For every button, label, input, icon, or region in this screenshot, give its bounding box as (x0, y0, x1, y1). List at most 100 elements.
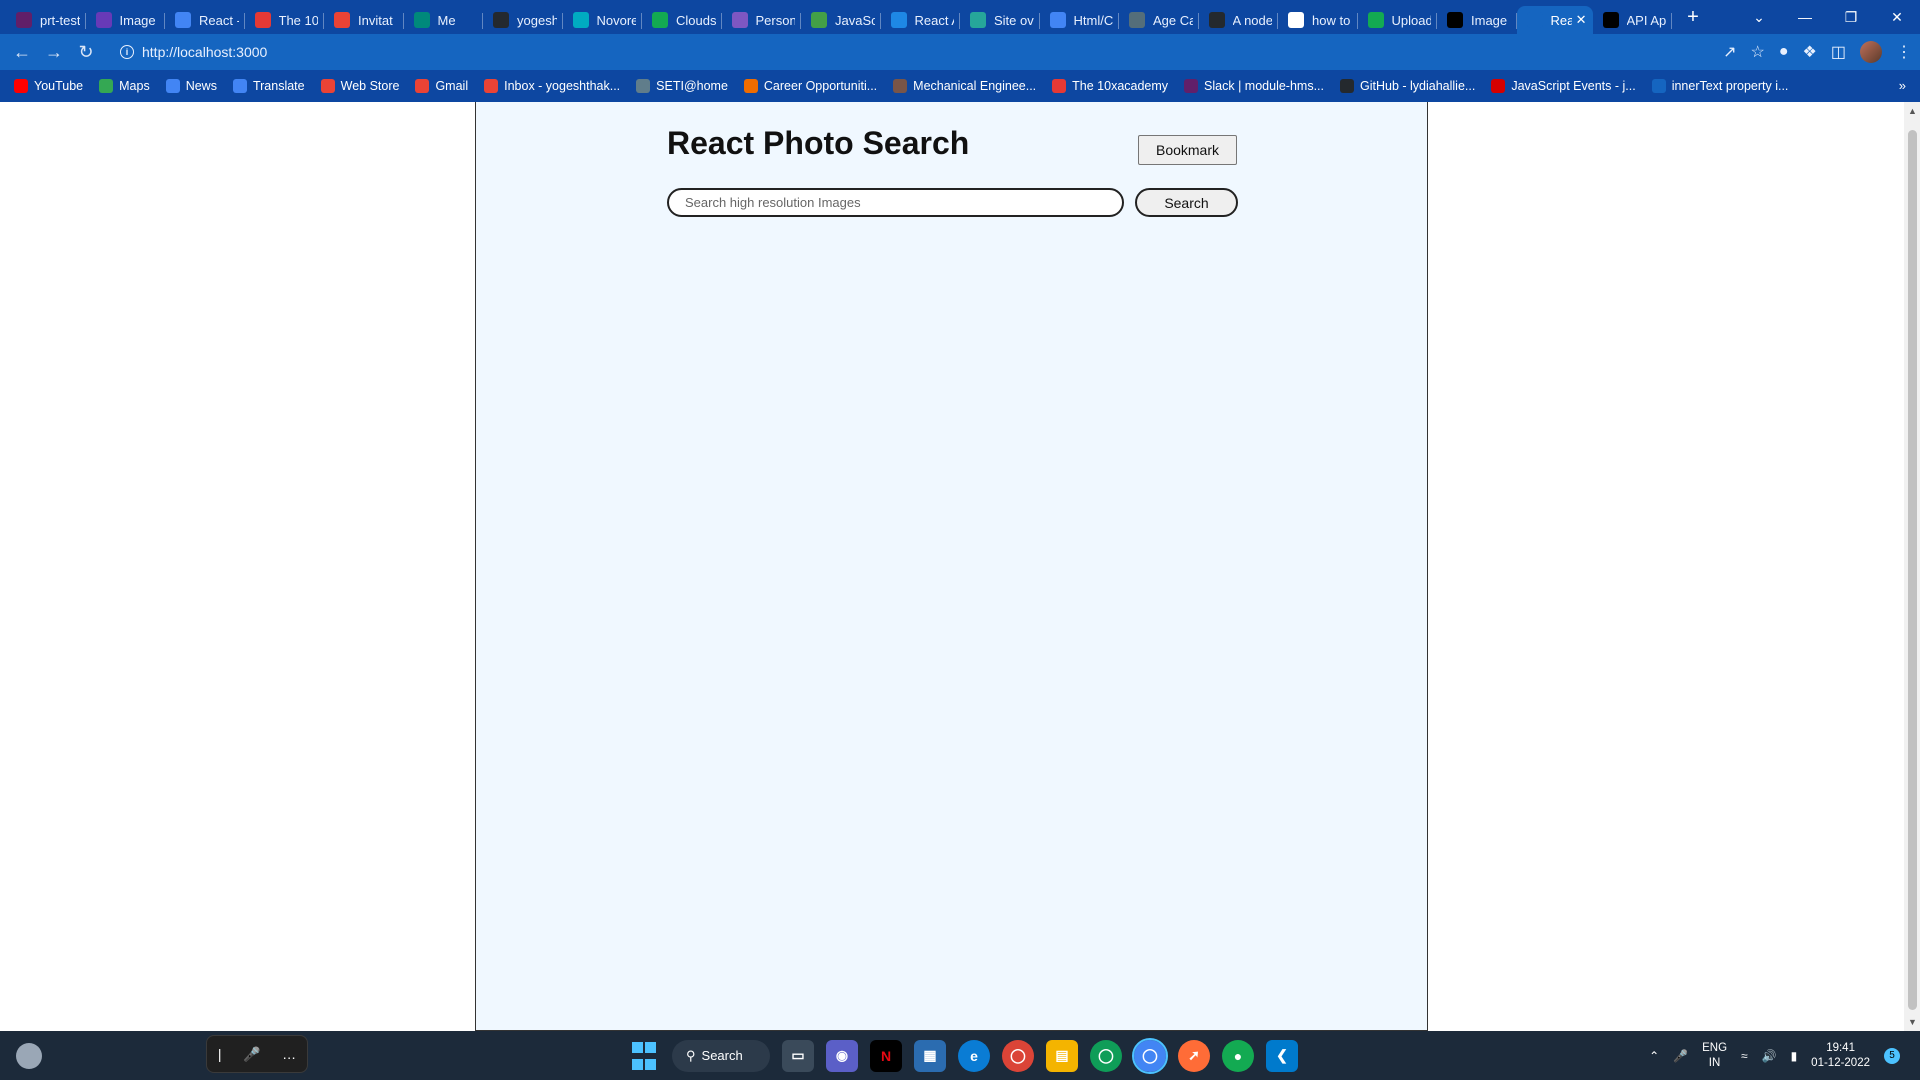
bookmark-item[interactable]: YouTube (14, 79, 83, 93)
tab[interactable]: Me (404, 6, 484, 34)
tab[interactable]: A node (1199, 6, 1279, 34)
tab[interactable]: Html/C (1040, 6, 1120, 34)
postman-icon[interactable]: ➚ (1178, 1039, 1210, 1072)
tab[interactable]: API Ap (1593, 6, 1673, 34)
teams-icon[interactable]: ◉ (826, 1039, 858, 1072)
tab[interactable]: Novore (563, 6, 643, 34)
menu-icon[interactable]: ⋮ (1896, 42, 1912, 62)
tab[interactable]: Image (1437, 6, 1517, 34)
file-explorer-icon[interactable]: ▤ (1046, 1039, 1078, 1072)
tab[interactable]: yogesh (483, 6, 563, 34)
h-icon (731, 12, 748, 28)
bookmark-item[interactable]: News (165, 79, 217, 93)
restore-button[interactable]: ❐ (1828, 9, 1874, 26)
bookmark-label: YouTube (34, 79, 84, 93)
tab[interactable]: Age Ca (1119, 6, 1199, 34)
bookmark-item[interactable]: The 10xacademy (1052, 79, 1168, 93)
page-scrollbar[interactable]: ▲ ▼ (1904, 102, 1920, 1031)
side-panel-icon[interactable]: ◫ (1831, 42, 1846, 62)
taskbar-search[interactable]: ⚲ Search (672, 1039, 770, 1072)
media-icon[interactable]: ● (1779, 43, 1789, 61)
cursor-icon: | (217, 1046, 222, 1062)
start-icon[interactable] (628, 1040, 660, 1072)
mongodb-compass-icon[interactable]: ● (1222, 1039, 1254, 1072)
microphone-tray-icon[interactable]: 🎤 (1673, 1049, 1688, 1063)
netflix-icon[interactable]: N (870, 1039, 902, 1072)
extensions-icon[interactable]: ❖ (1803, 42, 1817, 62)
bookmarks-overflow-icon[interactable]: » (1899, 78, 1906, 93)
chevron-up-icon[interactable]: ⌃ (1649, 1049, 1659, 1063)
bookmark-item[interactable]: JavaScript Events - j... (1491, 79, 1636, 93)
bookmark-item[interactable]: Inbox - yogeshthak... (484, 79, 620, 93)
tab[interactable]: The 10 (245, 6, 325, 34)
tab[interactable]: Clouds (642, 6, 722, 34)
docs-icon (175, 12, 191, 28)
tab-title: Html/C (1073, 12, 1114, 28)
chrome-icon[interactable]: ◯ (1002, 1039, 1034, 1072)
tab[interactable]: Site ov (960, 6, 1040, 34)
bookmark-item[interactable]: Career Opportuniti... (743, 79, 877, 93)
bookmark-item[interactable]: Gmail (415, 79, 468, 93)
tab-active[interactable]: Rea ✕ (1516, 6, 1593, 34)
address-bar[interactable]: i http://localhost:3000 (108, 38, 1688, 66)
tab-title: Site ov (994, 12, 1034, 28)
chrome-active-icon[interactable]: ◯ (1132, 1037, 1168, 1074)
tab-search-icon[interactable]: ⌄ (1736, 9, 1782, 26)
minimize-button[interactable]: — (1782, 9, 1828, 25)
clock[interactable]: 19:41 01-12-2022 (1811, 1041, 1870, 1071)
tab[interactable]: prt-test (6, 6, 86, 34)
bookmark-item[interactable]: Slack | module-hms... (1184, 79, 1324, 93)
bookmark-label: News (185, 79, 217, 93)
scroll-down-icon[interactable]: ▼ (1908, 1017, 1917, 1027)
store-icon[interactable]: ▦ (914, 1039, 946, 1072)
microphone-icon[interactable]: 🎤 (243, 1046, 260, 1063)
tab[interactable]: JavaSc (801, 6, 881, 34)
tab[interactable]: React A (881, 6, 961, 34)
search-button[interactable]: Search (1135, 188, 1238, 217)
bookmark-item[interactable]: Mechanical Enginee... (893, 79, 1036, 93)
bookmark-item[interactable]: Maps (99, 79, 150, 93)
edge-icon[interactable]: e (958, 1039, 990, 1072)
tab[interactable]: Upload (1358, 6, 1438, 34)
language-indicator[interactable]: ENG IN (1702, 1041, 1727, 1071)
search-input[interactable] (667, 188, 1124, 217)
tab[interactable]: React - (165, 6, 245, 34)
github-icon (493, 12, 509, 28)
bookmark-item[interactable]: innerText property i... (1651, 79, 1788, 93)
chrome-profile-icon[interactable]: ◯ (1090, 1039, 1122, 1072)
close-window-button[interactable]: ✕ (1874, 9, 1920, 26)
bookmark-button[interactable]: Bookmark (1138, 135, 1237, 165)
new-tab-button[interactable]: + (1676, 0, 1710, 34)
more-icon[interactable]: … (282, 1046, 296, 1062)
battery-icon[interactable]: ▮ (1791, 1049, 1798, 1063)
tab[interactable]: Person (722, 6, 802, 34)
clock-time: 19:41 (1826, 1041, 1855, 1054)
volume-icon[interactable]: 🔊 (1762, 1049, 1777, 1063)
weather-icon[interactable] (16, 1043, 42, 1069)
notification-badge[interactable]: 5 (1884, 1047, 1900, 1064)
tab-list: prt-test Image React - The 10 Invitat Me yoges… (0, 0, 1672, 34)
tab[interactable]: how to (1278, 6, 1358, 34)
tab-title: Upload (1391, 12, 1432, 28)
tab-title: yogesh (517, 12, 557, 28)
close-tab-icon[interactable]: ✕ (1572, 12, 1587, 28)
tab[interactable]: Invitat (324, 6, 404, 34)
webstore-icon (320, 79, 335, 93)
bookmark-item[interactable]: Translate (232, 79, 305, 93)
bookmark-item[interactable]: Web Store (320, 79, 399, 93)
share-icon[interactable]: ↗ (1723, 42, 1736, 62)
bookmark-item[interactable]: SETI@home (636, 79, 728, 93)
forward-button[interactable]: → (38, 42, 70, 63)
star-icon[interactable]: ☆ (1751, 42, 1765, 62)
scroll-thumb[interactable] (1908, 130, 1917, 1010)
task-view-icon[interactable]: ▭ (782, 1039, 814, 1072)
scroll-up-icon[interactable]: ▲ (1908, 106, 1917, 116)
wifi-icon[interactable]: ≈ (1741, 1049, 1748, 1063)
profile-avatar[interactable] (1860, 41, 1882, 63)
reload-button[interactable]: ↻ (70, 42, 102, 63)
vscode-icon[interactable]: ❮ (1266, 1039, 1298, 1072)
bookmark-item[interactable]: GitHub - lydiahallie... (1340, 79, 1475, 93)
site-info-icon[interactable]: i (120, 45, 134, 59)
tab[interactable]: Image (86, 6, 166, 34)
back-button[interactable]: ← (6, 42, 38, 63)
